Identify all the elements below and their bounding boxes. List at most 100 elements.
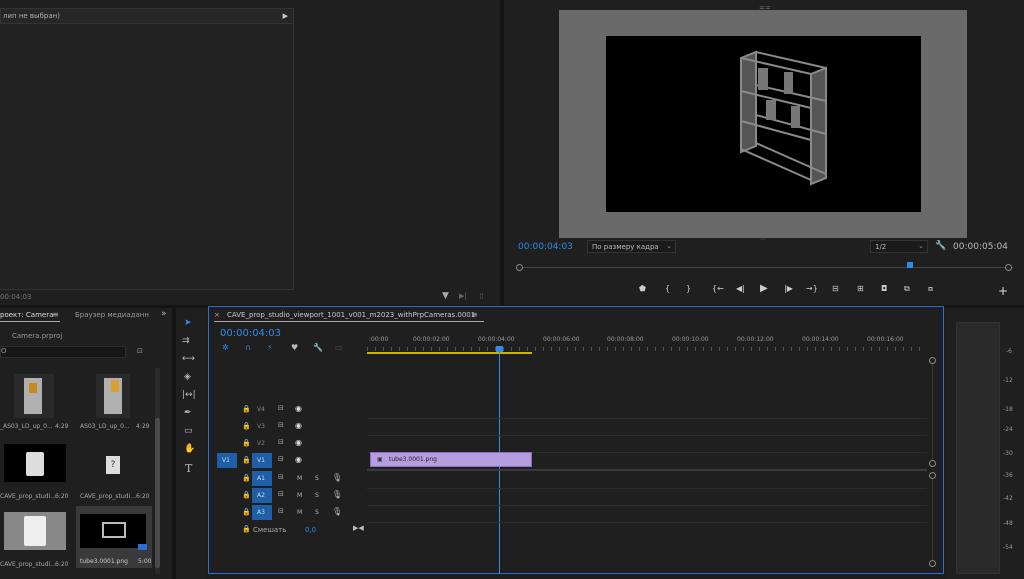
panels-overflow-icon[interactable]: » xyxy=(161,309,167,319)
step-forward-icon[interactable]: ▶| xyxy=(459,292,467,300)
compare-icon[interactable]: ⧉ xyxy=(904,284,910,294)
lock-icon[interactable]: 🔒 xyxy=(242,474,251,482)
track-target-a2[interactable]: A2 xyxy=(252,488,272,503)
slip-tool-icon[interactable]: |↔| xyxy=(182,390,196,400)
step-forward-icon[interactable]: |▶ xyxy=(784,284,793,293)
extract-icon[interactable]: ⊞ xyxy=(857,284,864,293)
selection-tool-icon[interactable]: ➤ xyxy=(184,318,192,328)
eye-icon[interactable]: ◉ xyxy=(295,421,302,430)
mic-icon[interactable]: 🎙 xyxy=(332,473,342,482)
lock-icon[interactable]: 🔒 xyxy=(242,422,251,430)
settings-wrench-icon[interactable]: 🔧 xyxy=(313,343,323,352)
mark-in-icon[interactable]: { xyxy=(665,284,670,293)
track-target-a1[interactable]: A1 xyxy=(252,471,272,486)
sync-lock-icon[interactable]: ⊟ xyxy=(278,455,284,463)
go-to-out-icon[interactable]: →} xyxy=(806,284,818,293)
close-icon[interactable]: × xyxy=(214,311,220,319)
mute-button[interactable]: M xyxy=(297,509,302,516)
tab-menu-icon[interactable]: ≡ xyxy=(52,310,59,319)
track-select-tool-icon[interactable]: ⇉ xyxy=(182,336,190,346)
sync-lock-icon[interactable]: ⊟ xyxy=(278,438,284,446)
expand-arrow-icon[interactable]: ▶ xyxy=(283,12,288,20)
type-tool-icon[interactable]: T xyxy=(185,462,192,475)
source-patch-v1[interactable]: V1 xyxy=(217,453,237,468)
bottom-handle-icon[interactable]: ‿ xyxy=(760,233,765,240)
list-item[interactable]: CAVE_prop_studi... 6:20 xyxy=(0,442,70,502)
filter-icon[interactable]: ▼ xyxy=(442,291,449,301)
new-bin-icon[interactable]: ⊡ xyxy=(137,347,143,355)
go-to-end-icon[interactable]: ▶◀ xyxy=(353,524,364,532)
track-target-v1[interactable]: V1 xyxy=(252,453,272,468)
solo-button[interactable]: S xyxy=(315,509,319,516)
track-label[interactable]: V4 xyxy=(257,406,265,413)
camera-icon[interactable]: ◘ xyxy=(881,284,887,293)
mic-icon[interactable]: 🎙 xyxy=(332,507,342,516)
sync-lock-icon[interactable]: ⊟ xyxy=(278,421,284,429)
sync-lock-icon[interactable]: ⊟ xyxy=(278,473,284,481)
resolution-select[interactable]: 1/2 ⌄ xyxy=(870,240,928,253)
sequence-title[interactable]: CAVE_prop_studio_viewport_1001_v001_m202… xyxy=(227,311,475,319)
program-timecode[interactable]: 00:00:04:03 xyxy=(518,242,573,252)
multicam-icon[interactable]: ⧈ xyxy=(928,284,933,294)
list-item[interactable]: _AS03_LD_up_0... 4:29 xyxy=(0,372,70,432)
snap-icon[interactable]: ∩ xyxy=(245,343,251,352)
timeline-ruler[interactable]: :00:00 00:00:02:00 00:00:04:00 00:00:06:… xyxy=(367,333,927,355)
wrench-icon[interactable]: 🔧 xyxy=(935,241,946,251)
timeline-scroll-handle[interactable] xyxy=(929,560,936,567)
lock-icon[interactable]: 🔒 xyxy=(242,405,251,413)
eye-icon[interactable]: ◉ xyxy=(295,455,302,464)
solo-button[interactable]: S xyxy=(315,492,319,499)
track-target-a3[interactable]: A3 xyxy=(252,505,272,520)
lock-icon[interactable]: 🔒 xyxy=(242,491,251,499)
mic-icon[interactable]: 🎙 xyxy=(332,490,342,499)
lift-icon[interactable]: ⊟ xyxy=(832,284,839,293)
track-label[interactable]: V2 xyxy=(257,440,265,447)
eye-icon[interactable]: ◉ xyxy=(295,438,302,447)
timeline-scroll-handle[interactable] xyxy=(929,472,936,479)
mix-value[interactable]: 0,0 xyxy=(305,526,316,534)
play-icon[interactable]: ▶ xyxy=(760,283,768,294)
solo-button[interactable]: S xyxy=(315,475,319,482)
rectangle-tool-icon[interactable]: ▭ xyxy=(184,426,193,436)
eye-icon[interactable]: ◉ xyxy=(295,404,302,413)
mute-button[interactable]: M xyxy=(297,492,302,499)
step-back-icon[interactable]: ◀| xyxy=(736,284,745,293)
pen-tool-icon[interactable]: ✒ xyxy=(184,408,192,418)
marker-icon[interactable]: ⬟ xyxy=(639,284,646,293)
playhead-marker[interactable] xyxy=(907,262,913,268)
mute-button[interactable]: M xyxy=(297,475,302,482)
linked-selection-icon[interactable]: ⚡ xyxy=(267,343,273,352)
sync-lock-icon[interactable]: ⊟ xyxy=(278,404,284,412)
timeline-scroll-handle[interactable] xyxy=(929,357,936,364)
hand-tool-icon[interactable]: ✋ xyxy=(184,444,195,454)
sync-lock-icon[interactable]: ⊟ xyxy=(278,490,284,498)
track-label[interactable]: V3 xyxy=(257,423,265,430)
program-scrubber[interactable] xyxy=(516,262,1013,274)
tab-project[interactable]: роект: Camera xyxy=(0,311,53,319)
list-item[interactable]: tube3.0001.png 5:00 xyxy=(76,506,152,568)
mark-out-icon[interactable]: } xyxy=(686,284,691,293)
lock-icon[interactable]: 🔒 xyxy=(242,456,251,464)
timeline-scroll-handle[interactable] xyxy=(929,460,936,467)
captions-icon[interactable]: ▭ xyxy=(335,343,343,352)
add-marker-icon[interactable]: ♥ xyxy=(291,343,298,352)
tab-menu-icon[interactable]: ≡ xyxy=(471,310,478,319)
project-search-input[interactable]: O xyxy=(0,346,126,358)
lock-icon[interactable]: 🔒 xyxy=(242,439,251,447)
source-clip-header[interactable]: лип не выбран) ▶ xyxy=(0,8,294,24)
export-frame-icon[interactable]: ⇧ xyxy=(478,292,485,301)
timeline-timecode[interactable]: 00:00:04:03 xyxy=(220,328,281,339)
work-area-bar[interactable] xyxy=(367,352,532,354)
list-item[interactable]: AS03_LD_up_0... 4:29 xyxy=(78,372,150,432)
nest-icon[interactable]: ✲ xyxy=(222,343,229,352)
tab-media-browser[interactable]: Браузер медиаданн xyxy=(75,311,149,319)
lock-icon[interactable]: 🔒 xyxy=(242,525,251,533)
project-scrollbar[interactable] xyxy=(155,368,160,574)
ripple-edit-tool-icon[interactable]: ⟷ xyxy=(182,354,195,364)
list-item[interactable]: ? CAVE_prop_studi... 6:20 xyxy=(78,442,150,502)
timeline-clip[interactable]: ▣ tube3.0001.png xyxy=(370,452,532,467)
sync-lock-icon[interactable]: ⊟ xyxy=(278,507,284,515)
fit-select[interactable]: По размеру кадра ⌄ xyxy=(587,240,676,253)
list-item[interactable]: CAVE_prop_studi... 6:20 xyxy=(0,510,70,570)
razor-tool-icon[interactable]: ◈ xyxy=(184,372,191,382)
